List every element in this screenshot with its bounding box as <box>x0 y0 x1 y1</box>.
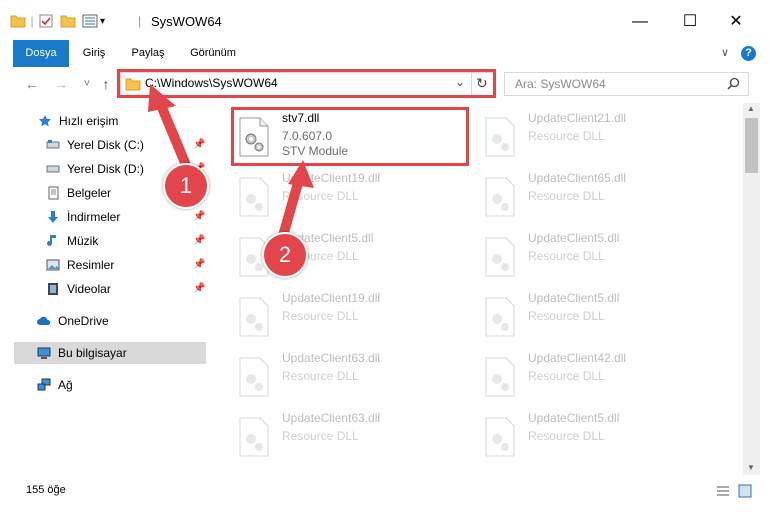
step-1-badge: 1 <box>163 163 209 209</box>
step-2-badge: 2 <box>262 232 308 278</box>
arrow-to-file-head <box>288 160 314 188</box>
arrow-to-address-head <box>148 84 176 112</box>
annotation-arrows <box>148 84 314 241</box>
